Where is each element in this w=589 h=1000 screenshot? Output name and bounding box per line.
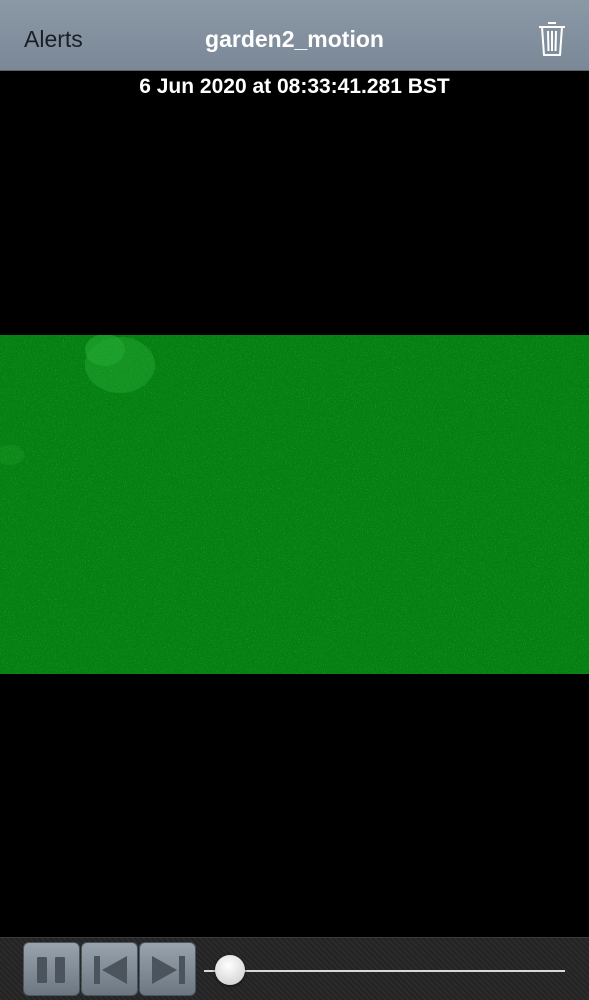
motion-alert-viewer: Alerts garden2_motion 6 Jun 2020 at 08:3…: [0, 0, 589, 1000]
trash-icon: [539, 22, 565, 56]
previous-button[interactable]: [81, 942, 138, 996]
skip-forward-icon: [152, 956, 185, 984]
video-frame[interactable]: [0, 335, 589, 674]
next-button[interactable]: [139, 942, 196, 996]
delete-button[interactable]: [537, 19, 567, 57]
recording-timestamp: 6 Jun 2020 at 08:33:41.281 BST: [139, 75, 450, 98]
video-frame-image: [0, 335, 589, 674]
skip-back-icon: [94, 956, 127, 984]
navigation-bar: Alerts garden2_motion: [0, 0, 589, 71]
playback-controls: [0, 937, 589, 1000]
playback-progress-track[interactable]: [228, 970, 565, 972]
pause-button[interactable]: [23, 942, 80, 996]
playback-progress-thumb[interactable]: [214, 955, 245, 985]
pause-icon: [37, 957, 65, 983]
page-title: garden2_motion: [205, 26, 384, 52]
